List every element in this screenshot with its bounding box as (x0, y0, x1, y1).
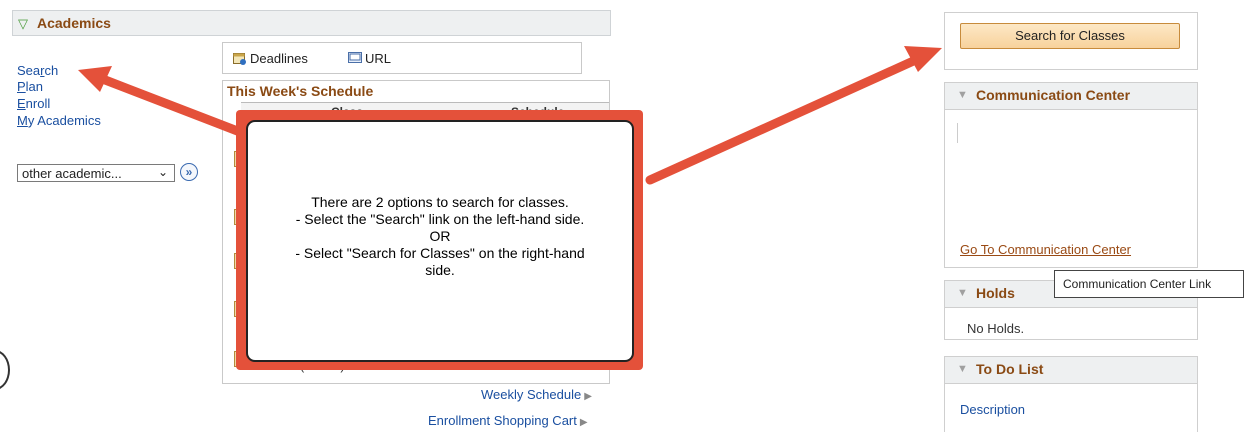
callout-line: There are 2 options to search for classe… (311, 194, 569, 210)
callout-text: There are 2 options to search for classe… (248, 194, 632, 279)
callout-line: OR (429, 228, 451, 244)
callout-line: side. (425, 262, 455, 278)
callout-line: - Select "Search for Classes" on the rig… (295, 245, 585, 261)
arrow-left (95, 73, 245, 137)
instruction-callout: There are 2 options to search for classe… (246, 120, 634, 362)
callout-line: - Select the "Search" link on the left-h… (295, 211, 585, 227)
arrow-right (645, 53, 925, 185)
